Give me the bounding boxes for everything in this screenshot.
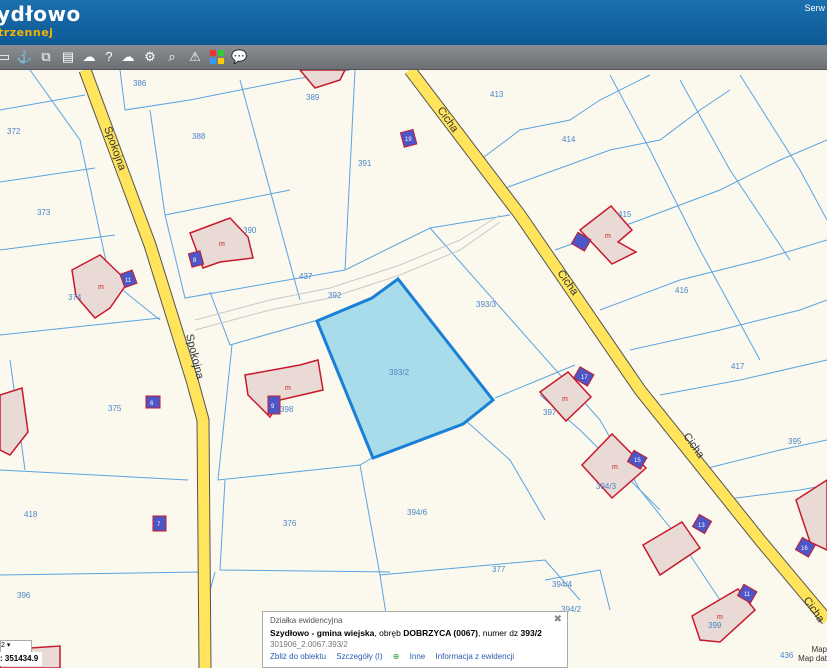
house-number: 19 bbox=[405, 137, 412, 143]
parcel-number[interactable]: 416 bbox=[675, 286, 689, 295]
parcel-number[interactable]: 376 bbox=[283, 519, 297, 528]
layers-icon[interactable]: ▭ bbox=[0, 49, 12, 65]
house-number: 17 bbox=[581, 375, 588, 381]
parcel-number[interactable]: 398 bbox=[280, 405, 294, 414]
help-icon[interactable]: ? bbox=[101, 49, 117, 65]
plus-icon[interactable]: ⊕ bbox=[393, 652, 400, 661]
coordinate-readout: : 351434.9 bbox=[0, 652, 42, 666]
building-label: m bbox=[605, 233, 611, 240]
parcel-number[interactable]: 436 bbox=[780, 651, 794, 660]
parcel-number[interactable]: 377 bbox=[492, 565, 506, 574]
popup-title: Działka ewidencyjna bbox=[270, 616, 343, 625]
popup-parcel-code: 301906_2.0067.393/2 bbox=[270, 640, 348, 649]
parcel-number[interactable]: 393/2 bbox=[389, 368, 410, 377]
parcel-number[interactable]: 395 bbox=[788, 437, 802, 446]
parcel-info-popup: ✖ Działka ewidencyjna Szydłowo - gmina w… bbox=[262, 611, 568, 668]
cloud-icon[interactable]: ☁ bbox=[120, 49, 136, 65]
parcel-number[interactable]: 372 bbox=[7, 127, 21, 136]
house-number: 15 bbox=[634, 458, 641, 464]
warning-icon[interactable]: ⚠ bbox=[187, 49, 203, 65]
parcel-number[interactable]: 397 bbox=[543, 408, 557, 417]
close-icon[interactable]: ✖ bbox=[554, 614, 562, 625]
parcel-number[interactable]: 375 bbox=[108, 404, 122, 413]
popup-main-line: Szydłowo - gmina wiejska, obręb DOBRZYCA… bbox=[270, 628, 542, 638]
parcel-number[interactable]: 389 bbox=[306, 93, 320, 102]
house-number: 11 bbox=[125, 278, 132, 284]
zoom-icon[interactable]: ⌕ bbox=[164, 49, 180, 65]
building-label: m bbox=[285, 385, 291, 392]
house-number: 13 bbox=[698, 523, 705, 529]
info-icon[interactable]: ⚓ bbox=[16, 49, 32, 65]
details-link[interactable]: Szczegóły (I) bbox=[336, 652, 382, 661]
colors-icon[interactable] bbox=[209, 49, 225, 65]
building-label: m bbox=[612, 464, 618, 471]
server-link[interactable]: Serw bbox=[804, 3, 825, 13]
measure-icon[interactable]: ▤ bbox=[60, 49, 76, 65]
print-icon[interactable]: ⧉ bbox=[38, 49, 54, 65]
app-title: ydłowo bbox=[0, 2, 81, 26]
map-attribution: Map Map dat bbox=[798, 645, 827, 663]
parcel-number[interactable]: 390 bbox=[243, 226, 257, 235]
app-header: ydłowo trzennej Serw bbox=[0, 0, 827, 45]
house-number: 11 bbox=[744, 592, 751, 598]
popup-links: Zbliż do obiektu Szczegóły (I) ⊕ Inne In… bbox=[270, 652, 560, 661]
comment-icon[interactable]: 💬 bbox=[231, 49, 247, 65]
parcel-number[interactable]: 414 bbox=[562, 135, 576, 144]
zoom-to-object-link[interactable]: Zbliż do obiektu bbox=[270, 652, 326, 661]
app-subtitle: trzennej bbox=[0, 26, 54, 39]
parcel-number[interactable]: 374 bbox=[68, 293, 82, 302]
legend-icon[interactable]: ☁ bbox=[81, 49, 97, 65]
parcel-number[interactable]: 392 bbox=[328, 291, 342, 300]
parcel-number[interactable]: 415 bbox=[618, 210, 632, 219]
parcel-number[interactable]: 394/6 bbox=[407, 508, 428, 517]
registry-info-link[interactable]: Informacja z ewidencji bbox=[435, 652, 514, 661]
parcel-number[interactable]: 396 bbox=[17, 591, 31, 600]
parcel-number[interactable]: 394/4 bbox=[552, 580, 573, 589]
parcel-number[interactable]: 399 bbox=[708, 621, 722, 630]
building-label: m bbox=[219, 241, 225, 248]
building-label: m bbox=[562, 396, 568, 403]
parcel-number[interactable]: 388 bbox=[192, 132, 206, 141]
building-label: m bbox=[717, 614, 723, 621]
map-canvas[interactable]: 19 8 11 6 17 15 13 11 9 7 16 m m m m m m… bbox=[0, 70, 827, 668]
parcel-number[interactable]: 417 bbox=[731, 362, 745, 371]
parcel-number[interactable]: 393/3 bbox=[476, 300, 497, 309]
street-label: Spokojna bbox=[101, 125, 128, 173]
parcel-number[interactable]: 394/3 bbox=[596, 482, 617, 491]
gear-icon[interactable]: ⚙ bbox=[142, 49, 158, 65]
other-link[interactable]: Inne bbox=[410, 652, 426, 661]
house-number: 16 bbox=[801, 546, 808, 552]
parcel-number[interactable]: 391 bbox=[358, 159, 372, 168]
parcel-number[interactable]: 418 bbox=[24, 510, 38, 519]
parcel-number[interactable]: 413 bbox=[490, 90, 504, 99]
toolbar: ▭ ⚓ ⧉ ▤ ☁ ? ☁ ⚙ ⌕ ⚠ 💬 bbox=[0, 45, 827, 70]
parcel-number[interactable]: 386 bbox=[133, 79, 147, 88]
building-label: m bbox=[98, 284, 104, 291]
parcel-number[interactable]: 373 bbox=[37, 208, 51, 217]
parcel-number[interactable]: 437 bbox=[299, 272, 313, 281]
